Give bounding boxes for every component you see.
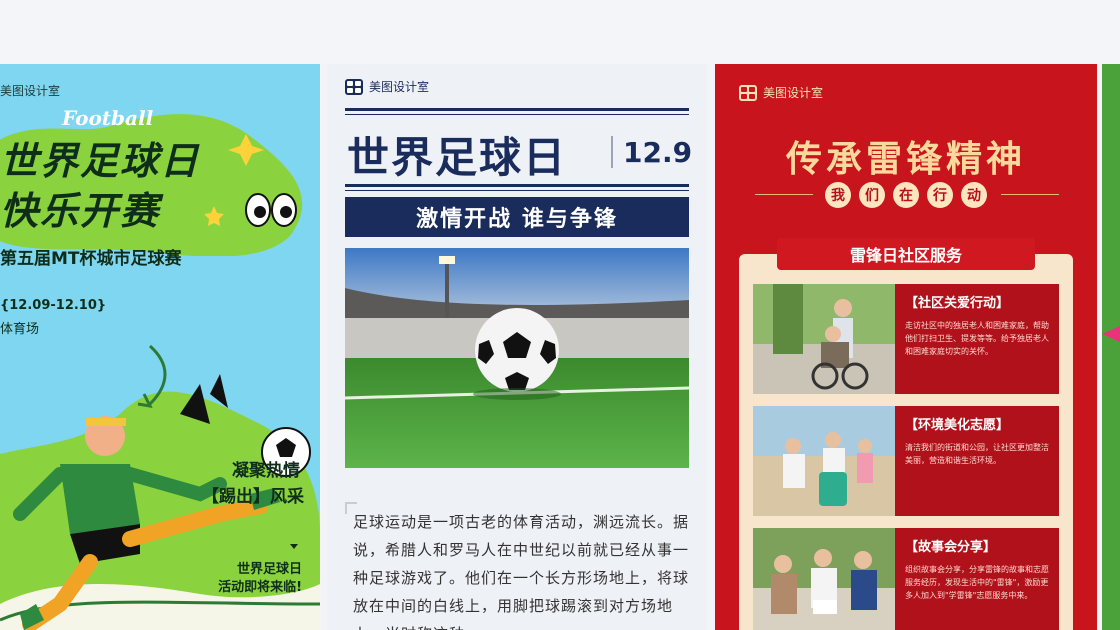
- template-card-leifeng-spirit[interactable]: 美图设计室 传承雷锋精神 我 们 在 行 动 雷锋日社区服务 【社区关爱行动】 …: [715, 64, 1097, 630]
- top-bar: [0, 0, 1120, 64]
- slogan-line-2: 【踢出】风采: [202, 487, 304, 507]
- template-card-partial[interactable]: [1102, 64, 1120, 630]
- brand-grid-icon: [345, 78, 363, 95]
- cleanup-volunteer-photo: [753, 406, 895, 516]
- service-heading: 【环境美化志愿】: [905, 418, 1010, 433]
- service-body: 清洁我们的街道和公园，让社区更加整洁美丽，营造和谐生活环境。: [905, 443, 1049, 465]
- service-body: 组织故事会分享，分享雷锋的故事和志愿服务经历，发现生活中的"雷锋"，激励更多人加…: [905, 565, 1049, 600]
- service-item: 【社区关爱行动】 走访社区中的独居老人和困难家庭，帮助他们打扫卫生、提发等等。给…: [753, 284, 1059, 394]
- top-rule-thick: [345, 108, 689, 111]
- brand-name: 美图设计室: [0, 84, 61, 98]
- pill-char: 动: [961, 182, 987, 208]
- star-icon: [204, 206, 224, 226]
- mid-rule-thick: [345, 184, 689, 187]
- pill-char: 在: [893, 182, 919, 208]
- template-card-world-football-day[interactable]: 美图设计室 世界足球日 12.9 激情开战 谁与争锋 足球运动是一项古老的体育活…: [327, 64, 707, 630]
- brand-name: 美图设计室: [369, 80, 430, 94]
- page-title: 传承雷锋精神: [785, 138, 1026, 180]
- elderly-care-photo: [753, 284, 895, 394]
- top-rule-thin: [345, 114, 689, 115]
- mid-rule-thin: [345, 190, 689, 191]
- pill-char: 我: [825, 182, 851, 208]
- slogan-line-1: 凝聚热情: [232, 461, 300, 481]
- english-title: Football: [62, 106, 154, 130]
- template-card-football-festival[interactable]: 美图设计室 Football 世界足球日 快乐开赛 第五届MT杯城市足球赛 {1…: [0, 64, 320, 630]
- intro-paragraph: 足球运动是一项古老的体育活动，渊远流长。据说，希腊人和罗马人在中世纪以前就已经从…: [353, 513, 690, 630]
- partial-card-art: [1102, 326, 1120, 342]
- slogan-banner: 激情开战 谁与争锋: [345, 197, 689, 237]
- title-line-1: 世界足球日: [0, 139, 201, 183]
- pill-char: 行: [927, 182, 953, 208]
- event-date: {12.09-12.10}: [0, 298, 107, 313]
- stadium-ball-photo: [345, 248, 689, 468]
- tagline-line-1: 世界足球日: [236, 562, 302, 577]
- story-sharing-photo: [753, 528, 895, 630]
- brand-name: 美图设计室: [763, 86, 824, 100]
- service-heading: 【故事会分享】: [905, 540, 997, 555]
- service-ribbon: 雷锋日社区服务: [777, 238, 1035, 270]
- title-separator: [611, 136, 613, 168]
- service-body: 走访社区中的独居老人和困难家庭，帮助他们打扫卫生、提发等等。给予独居老人和困难家…: [905, 321, 1049, 356]
- title-line-2: 快乐开赛: [0, 189, 161, 233]
- brand-grid-icon: [739, 84, 757, 101]
- brand-logo: 美图设计室: [345, 78, 429, 95]
- title-date: 12.9: [623, 136, 693, 169]
- brand-logo: 美图设计室: [739, 84, 823, 101]
- action-pills: 我 们 在 行 动: [715, 182, 1097, 208]
- triangle-marker-icon: [290, 544, 298, 549]
- pill-char: 们: [859, 182, 885, 208]
- service-heading: 【社区关爱行动】: [905, 296, 1010, 311]
- page-title: 世界足球日: [347, 133, 568, 182]
- tagline-line-2: 活动即将来临!: [218, 580, 302, 595]
- service-item: 【环境美化志愿】 清洁我们的街道和公园，让社区更加整洁美丽，营造和谐生活环境。: [753, 406, 1059, 516]
- service-item: 【故事会分享】 组织故事会分享，分享雷锋的故事和志愿服务经历，发现生活中的"雷锋…: [753, 528, 1059, 630]
- brand-logo: 美图设计室: [0, 82, 60, 99]
- cartoon-eyes-icon: [245, 193, 297, 227]
- event-subtitle: 第五届MT杯城市足球赛: [0, 249, 182, 269]
